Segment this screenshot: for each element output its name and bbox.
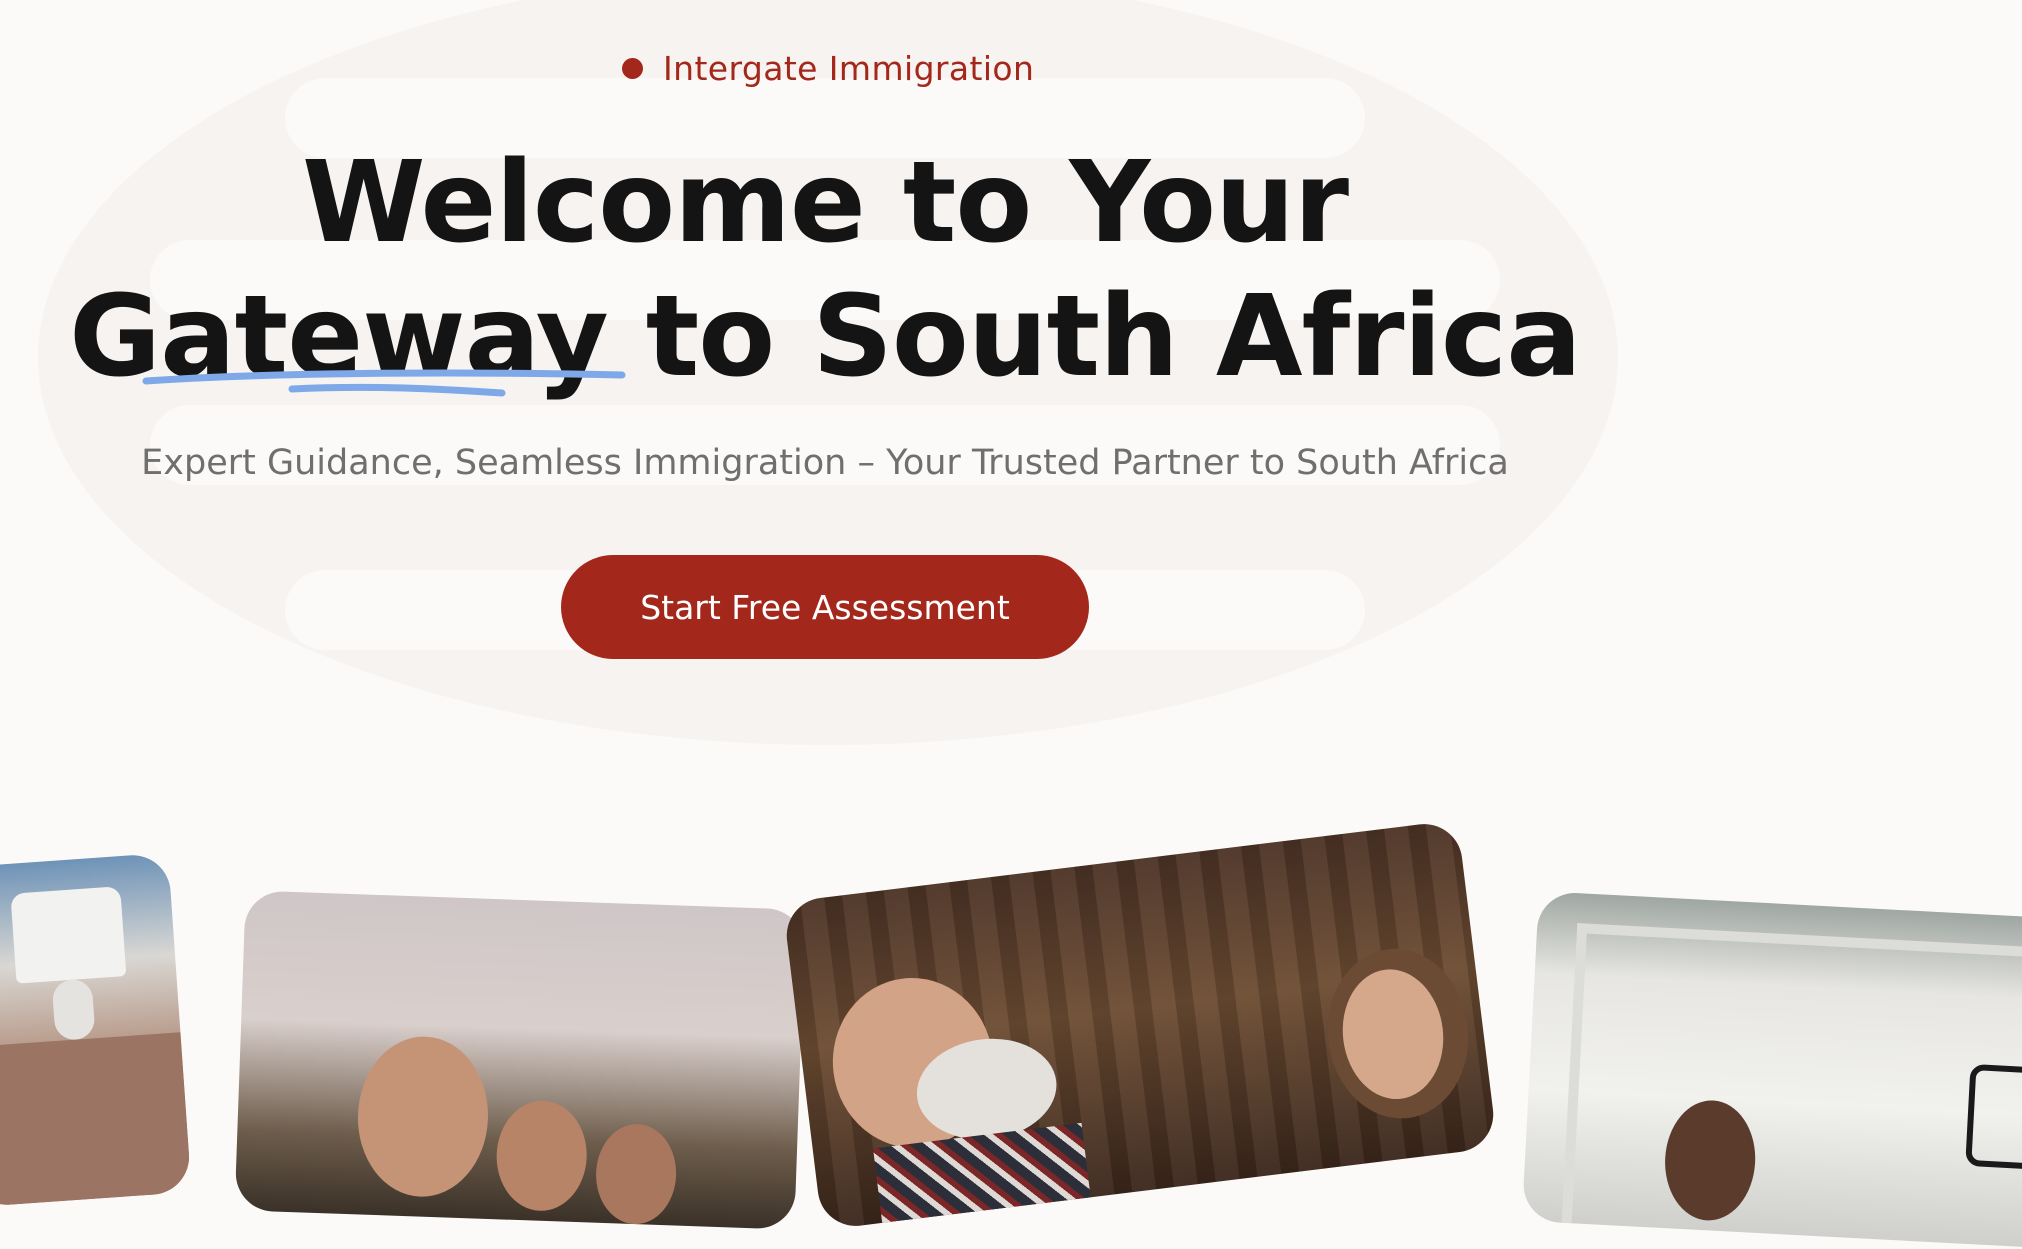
start-assessment-button[interactable]: Start Free Assessment (561, 555, 1089, 659)
photo-office-meeting (1521, 891, 2022, 1249)
hero-subheadline: Expert Guidance, Seamless Immigration – … (141, 443, 1509, 483)
person-head (355, 1034, 491, 1199)
lamp-base (51, 978, 96, 1042)
glass-door (1561, 923, 2022, 1249)
brand-name: Intergate Immigration (663, 48, 1035, 88)
person-head (494, 1099, 589, 1213)
hero-section: Intergate Immigration Welcome to Your Ga… (0, 0, 1650, 700)
dot-icon (622, 57, 643, 79)
headline-line-1: Welcome to Your (301, 138, 1349, 268)
lamp-icon (10, 886, 127, 984)
brand-eyebrow: Intergate Immigration (622, 48, 1034, 88)
photo-living-room (0, 852, 192, 1208)
photo-laughing-couple (782, 819, 1498, 1231)
photo-family-outdoors (234, 890, 806, 1230)
sofa (0, 1032, 192, 1208)
person-head (594, 1122, 678, 1226)
scribble-underline-icon (142, 369, 626, 397)
glasses-icon (1965, 1063, 2022, 1170)
